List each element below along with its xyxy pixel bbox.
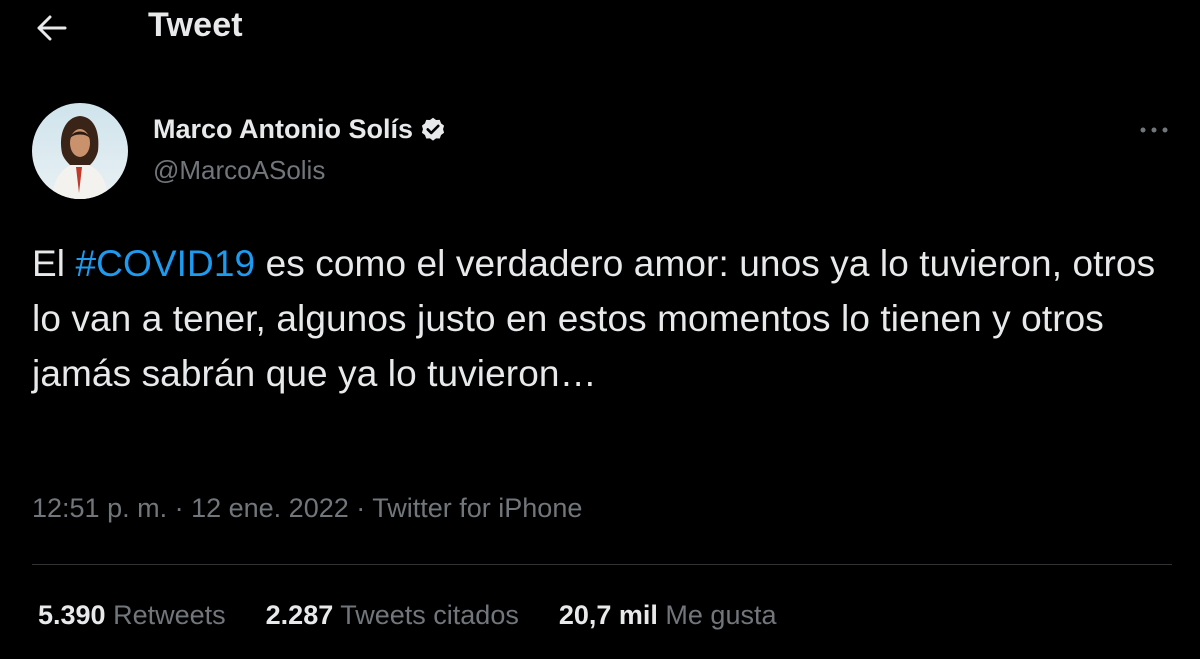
more-options-button[interactable] — [1130, 114, 1178, 146]
divider — [32, 564, 1172, 565]
tweet-time[interactable]: 12:51 p. m. — [32, 493, 167, 523]
tweet-stats: 5.390 Retweets 2.287 Tweets citados 20,7… — [38, 600, 816, 631]
retweets-stat[interactable]: 5.390 Retweets — [38, 600, 226, 631]
author-display-name: Marco Antonio Solís — [153, 114, 414, 144]
retweets-count: 5.390 — [38, 600, 106, 630]
page-title: Tweet — [148, 6, 243, 44]
likes-stat[interactable]: 20,7 mil Me gusta — [559, 600, 777, 631]
meta-separator: · — [167, 493, 192, 523]
more-horizontal-icon — [1140, 127, 1168, 133]
tweet-metadata: 12:51 p. m. · 12 ene. 2022 · Twitter for… — [32, 493, 582, 524]
quote-tweets-stat[interactable]: 2.287 Tweets citados — [266, 600, 519, 631]
arrow-left-icon — [37, 15, 67, 41]
avatar[interactable] — [32, 103, 128, 199]
hashtag-link[interactable]: #COVID19 — [75, 243, 255, 284]
quote-tweets-count: 2.287 — [265, 600, 334, 630]
tweet-date[interactable]: 12 ene. 2022 — [191, 493, 349, 523]
meta-separator: · — [348, 493, 373, 523]
avatar-image — [32, 103, 128, 199]
retweets-label: Retweets — [113, 600, 226, 630]
top-bar: Tweet — [0, 0, 1200, 56]
tweet-text-start: El — [32, 243, 76, 284]
verified-badge-icon — [421, 117, 445, 141]
tweet-source[interactable]: Twitter for iPhone — [372, 493, 582, 523]
author-name[interactable]: Marco Antonio Solís — [153, 114, 447, 145]
likes-label: Me gusta — [665, 600, 777, 630]
quote-tweets-label: Tweets citados — [340, 600, 519, 630]
back-button[interactable] — [30, 8, 74, 48]
tweet-text: El #COVID19 es como el verdadero amor: u… — [32, 236, 1172, 401]
likes-count: 20,7 mil — [558, 600, 658, 630]
author-handle[interactable]: @MarcoASolis — [153, 155, 325, 186]
